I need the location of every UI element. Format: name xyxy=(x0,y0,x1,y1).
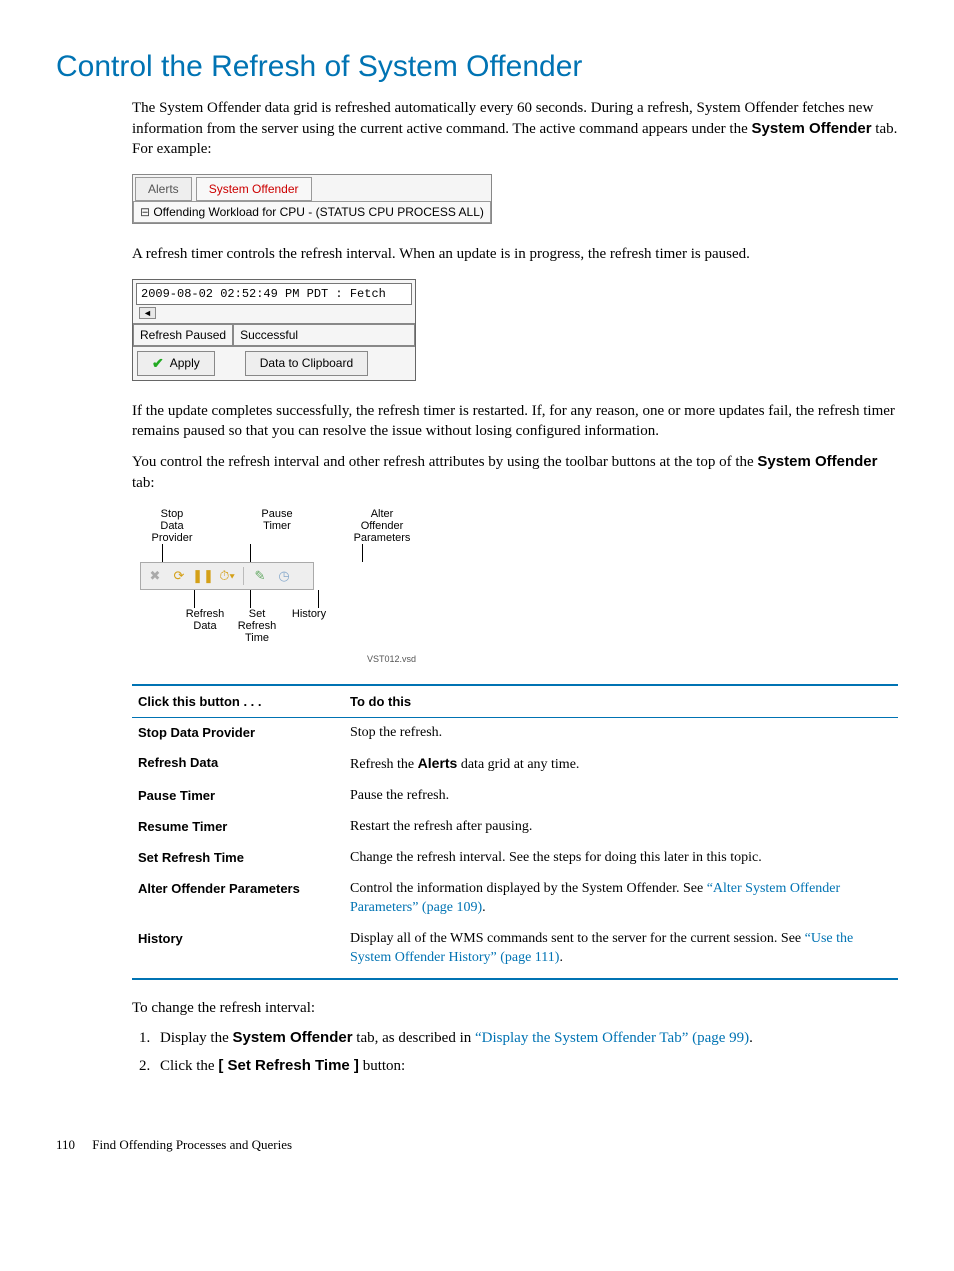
lbl-history: History xyxy=(286,608,332,644)
s1-bold: System Offender xyxy=(233,1029,353,1046)
button-desc-cell: Restart the refresh after pausing. xyxy=(344,812,898,843)
table-row: Alter Offender ParametersControl the inf… xyxy=(132,874,898,924)
lbl-pause-timer: Pause Timer xyxy=(247,508,307,544)
para4-pre: You control the refresh interval and oth… xyxy=(132,454,757,470)
tab-alerts[interactable]: Alerts xyxy=(135,177,192,201)
clipboard-label: Data to Clipboard xyxy=(260,356,353,370)
toolbar-buttons-table: Click this button . . . To do this Stop … xyxy=(132,684,898,980)
s1-mid: tab, as described in xyxy=(353,1030,475,1046)
table-row: HistoryDisplay all of the WMS commands s… xyxy=(132,924,898,979)
button-name-cell: Set Refresh Time xyxy=(132,843,344,874)
set-refresh-time-icon[interactable]: ⏱▾ xyxy=(219,568,235,584)
active-command-bar: ⊟ Offending Workload for CPU - (STATUS C… xyxy=(133,201,491,223)
vsd-filename: VST012.vsd xyxy=(140,644,420,664)
th-button: Click this button . . . xyxy=(132,685,344,718)
table-row: Set Refresh TimeChange the refresh inter… xyxy=(132,843,898,874)
scroll-left-icon[interactable]: ◄ xyxy=(139,307,156,319)
history-icon[interactable]: ◷ xyxy=(276,568,292,584)
lbl-set-refresh-time: Set Refresh Time xyxy=(234,608,280,644)
status-successful: Successful xyxy=(233,324,415,346)
s1-pre: Display the xyxy=(160,1030,233,1046)
figure-toolbar-diagram: Stop Data Provider Pause Timer Alter Off… xyxy=(132,508,898,664)
table-row: Refresh DataRefresh the Alerts data grid… xyxy=(132,748,898,781)
s1-post: . xyxy=(749,1030,753,1046)
page-footer: 110 Find Offending Processes and Queries xyxy=(56,1137,898,1153)
page-heading: Control the Refresh of System Offender xyxy=(56,50,898,84)
th-action: To do this xyxy=(344,685,898,718)
change-interval-intro: To change the refresh interval: xyxy=(132,998,898,1019)
tree-collapse-icon[interactable]: ⊟ xyxy=(140,205,150,219)
chapter-title: Find Offending Processes and Queries xyxy=(92,1137,292,1152)
step-1: Display the System Offender tab, as desc… xyxy=(154,1028,898,1048)
button-name-cell: History xyxy=(132,924,344,979)
system-offender-bold: System Offender xyxy=(752,120,872,137)
apply-label: Apply xyxy=(170,356,200,370)
s2-pre: Click the xyxy=(160,1058,218,1074)
s2-post: button: xyxy=(359,1058,405,1074)
para4-bold: System Offender xyxy=(757,453,877,470)
link-display-system-offender-tab[interactable]: “Display the System Offender Tab” (page … xyxy=(475,1030,749,1046)
data-to-clipboard-button[interactable]: Data to Clipboard xyxy=(245,351,368,376)
steps-list: Display the System Offender tab, as desc… xyxy=(132,1028,898,1077)
button-desc-cell: Change the refresh interval. See the ste… xyxy=(344,843,898,874)
button-desc-cell: Display all of the WMS commands sent to … xyxy=(344,924,898,979)
alter-offender-icon[interactable]: ✎ xyxy=(252,568,268,584)
page-number: 110 xyxy=(56,1137,75,1153)
button-name-cell: Refresh Data xyxy=(132,748,344,781)
status-timestamp: 2009-08-02 02:52:49 PM PDT : Fetch xyxy=(136,283,412,305)
toolbar-separator xyxy=(243,567,244,585)
stop-data-provider-icon[interactable]: ✖ xyxy=(147,568,163,584)
active-command-text: Offending Workload for CPU - (STATUS CPU… xyxy=(153,205,484,219)
refresh-data-icon[interactable]: ⟳ xyxy=(171,568,187,584)
button-desc-cell: Refresh the Alerts data grid at any time… xyxy=(344,748,898,781)
check-icon: ✔ xyxy=(152,355,164,372)
apply-button[interactable]: ✔ Apply xyxy=(137,351,215,376)
lbl-alter-offender: Alter Offender Parameters xyxy=(352,508,412,544)
update-success-paragraph: If the update completes successfully, th… xyxy=(132,401,898,442)
button-name-cell: Stop Data Provider xyxy=(132,717,344,748)
table-row: Pause TimerPause the refresh. xyxy=(132,781,898,812)
s2-bold: [ Set Refresh Time ] xyxy=(218,1057,359,1074)
status-refresh-paused: Refresh Paused xyxy=(133,324,233,346)
intro-paragraph: The System Offender data grid is refresh… xyxy=(132,98,898,160)
figure-status-panel: 2009-08-02 02:52:49 PM PDT : Fetch ◄ Ref… xyxy=(132,279,898,381)
button-name-cell: Alter Offender Parameters xyxy=(132,874,344,924)
toolbar-intro-paragraph: You control the refresh interval and oth… xyxy=(132,452,898,493)
refresh-timer-paragraph: A refresh timer controls the refresh int… xyxy=(132,244,898,265)
figure-tabs: Alerts System Offender ⊟ Offending Workl… xyxy=(132,174,898,224)
table-row: Stop Data ProviderStop the refresh. xyxy=(132,717,898,748)
button-name-cell: Pause Timer xyxy=(132,781,344,812)
button-name-cell: Resume Timer xyxy=(132,812,344,843)
pause-timer-icon[interactable]: ❚❚ xyxy=(195,568,211,584)
button-desc-cell: Control the information displayed by the… xyxy=(344,874,898,924)
step-2: Click the [ Set Refresh Time ] button: xyxy=(154,1056,898,1076)
button-desc-cell: Pause the refresh. xyxy=(344,781,898,812)
lbl-stop-data-provider: Stop Data Provider xyxy=(142,508,202,544)
tab-system-offender[interactable]: System Offender xyxy=(196,177,312,201)
lbl-refresh-data: Refresh Data xyxy=(182,608,228,644)
table-row: Resume TimerRestart the refresh after pa… xyxy=(132,812,898,843)
para4-post: tab: xyxy=(132,475,155,491)
button-desc-cell: Stop the refresh. xyxy=(344,717,898,748)
